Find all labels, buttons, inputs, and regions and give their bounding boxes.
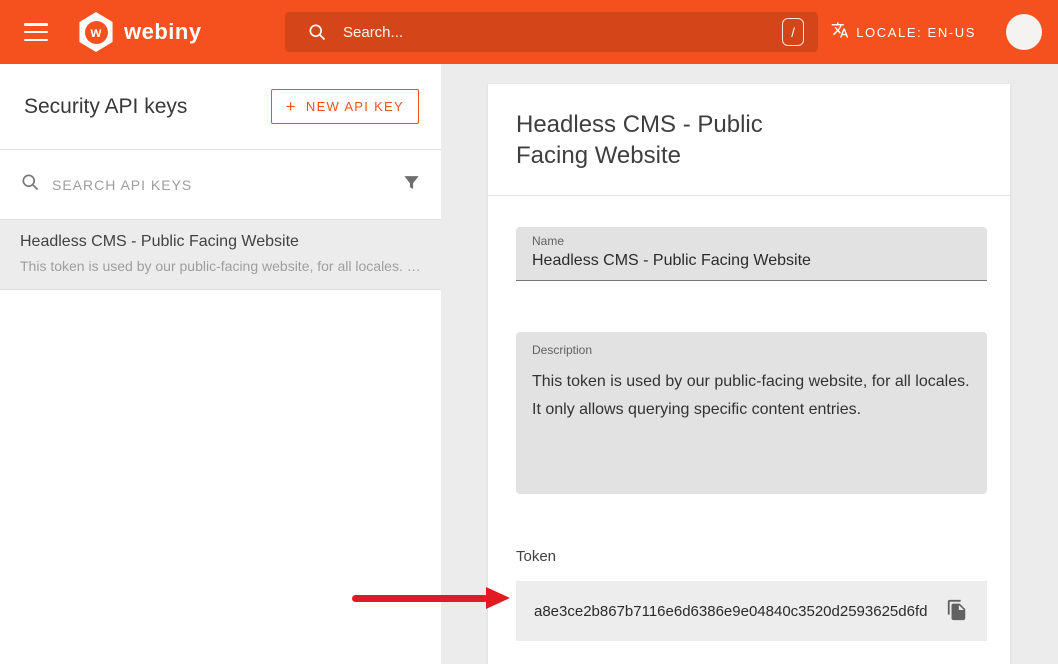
- detail-title-section: Headless CMS - Public Facing Website: [488, 84, 1010, 196]
- copy-icon: [946, 599, 968, 624]
- list-panel-header: Security API keys + NEW API KEY: [0, 64, 441, 150]
- name-field[interactable]: Name Headless CMS - Public Facing Websit…: [516, 227, 987, 281]
- description-field-label: Description: [532, 343, 971, 357]
- name-field-value: Headless CMS - Public Facing Website: [532, 252, 971, 270]
- search-icon: [307, 22, 327, 42]
- logo-monogram: w: [85, 21, 108, 44]
- api-keys-list-panel: Security API keys + NEW API KEY: [0, 64, 441, 664]
- name-field-label: Name: [532, 234, 971, 248]
- token-label: Token: [516, 548, 987, 565]
- annotation-arrow: [352, 587, 510, 609]
- description-field-value: This token is used by our public-facing …: [532, 368, 971, 424]
- global-search-bar[interactable]: /: [285, 12, 818, 52]
- token-box: a8e3ce2b867b7116e6d6386e9e04840c3520d259…: [516, 581, 987, 641]
- copy-token-button[interactable]: [937, 591, 977, 631]
- logo-hexagon-icon: w: [78, 12, 114, 52]
- global-search-input[interactable]: [343, 24, 782, 41]
- arrow-line: [352, 595, 488, 602]
- token-section: Token a8e3ce2b867b7116e6d6386e9e04840c35…: [516, 548, 987, 641]
- menu-icon[interactable]: [24, 23, 48, 41]
- user-avatar[interactable]: [1006, 14, 1042, 50]
- list-item-description: This token is used by our public-facing …: [20, 258, 421, 274]
- api-key-detail-card: Headless CMS - Public Facing Website Nam…: [488, 84, 1010, 664]
- api-key-list-item[interactable]: Headless CMS - Public Facing Website Thi…: [0, 220, 441, 290]
- detail-form: Name Headless CMS - Public Facing Websit…: [488, 196, 1010, 641]
- page-title: Security API keys: [24, 95, 187, 119]
- search-icon: [20, 172, 40, 197]
- top-app-bar: w webiny / LOCALE: EN-US: [0, 0, 1058, 64]
- api-keys-search-input[interactable]: [52, 177, 402, 193]
- arrow-head: [486, 587, 510, 609]
- list-item-title: Headless CMS - Public Facing Website: [20, 233, 421, 251]
- logo-wordmark: webiny: [124, 19, 202, 45]
- main-content: Security API keys + NEW API KEY: [0, 64, 1058, 664]
- token-value: a8e3ce2b867b7116e6d6386e9e04840c3520d259…: [534, 603, 937, 620]
- webiny-logo[interactable]: w webiny: [78, 12, 202, 52]
- translate-icon: [831, 21, 849, 44]
- api-keys-search-row: [0, 150, 441, 220]
- webiny-admin-app: w webiny / LOCALE: EN-US: [0, 0, 1058, 664]
- filter-icon[interactable]: [402, 173, 421, 197]
- new-api-key-button[interactable]: + NEW API KEY: [271, 89, 419, 124]
- detail-title: Headless CMS - Public Facing Website: [516, 109, 826, 171]
- plus-icon: +: [286, 98, 297, 115]
- locale-label: LOCALE: EN-US: [856, 25, 976, 40]
- locale-selector[interactable]: LOCALE: EN-US: [831, 21, 976, 44]
- search-shortcut-badge: /: [782, 18, 804, 46]
- description-field[interactable]: Description This token is used by our pu…: [516, 332, 987, 494]
- new-api-key-label: NEW API KEY: [306, 99, 404, 114]
- header-right-cluster: LOCALE: EN-US: [831, 0, 1042, 64]
